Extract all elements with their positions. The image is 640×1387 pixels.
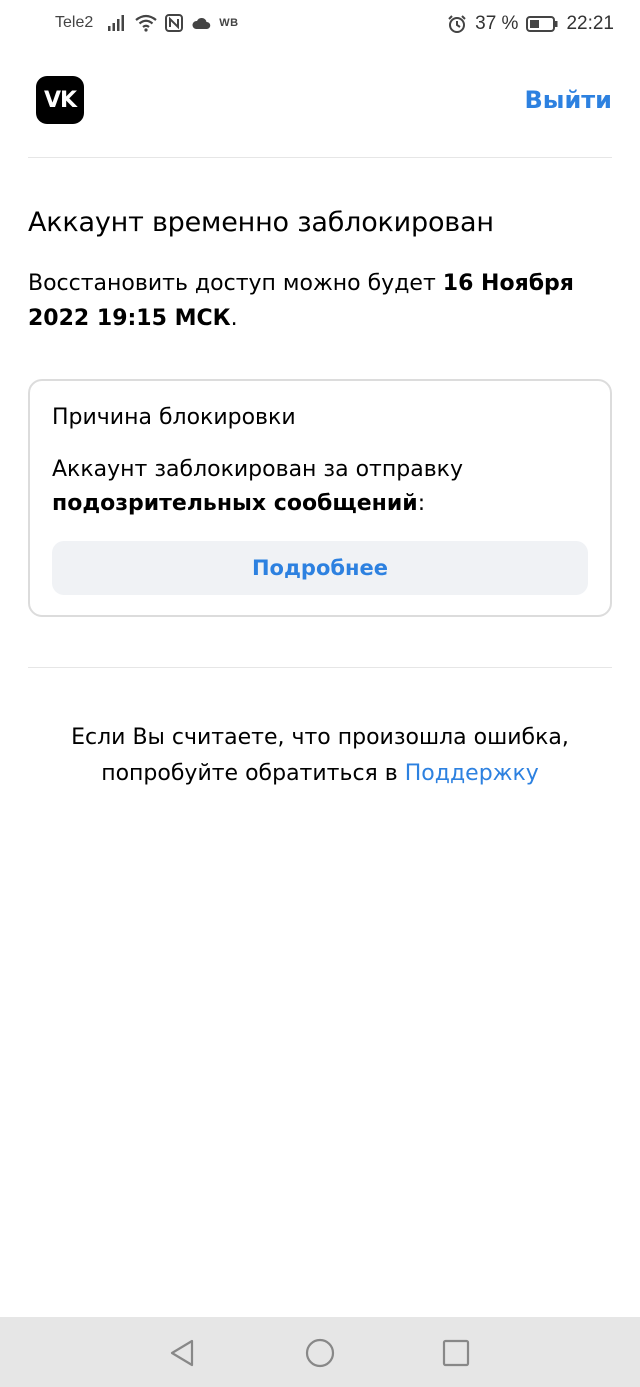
block-reason-prefix: Аккаунт заблокирован за отправку (52, 457, 463, 482)
system-nav-bar (0, 1317, 640, 1387)
block-reason-title: Причина блокировки (52, 405, 296, 430)
back-icon[interactable] (166, 1337, 198, 1369)
status-bar: Tele2 WB 37 % 22:21 (0, 0, 640, 52)
vk-logo-icon: VK (36, 76, 84, 124)
unlock-date-prefix: Восстановить доступ можно будет (28, 271, 443, 296)
recents-icon[interactable] (440, 1337, 472, 1369)
signal-icon (107, 14, 127, 32)
support-link[interactable]: Поддержку (405, 761, 539, 786)
more-details-button[interactable]: Подробнее (52, 541, 588, 595)
page-title: Аккаунт временно заблокирован (28, 207, 494, 238)
support-text: Если Вы считаете, что произошла ошибка, … (0, 720, 640, 792)
header-divider (28, 157, 612, 158)
block-reason-suffix: : (417, 491, 426, 516)
wifi-icon (135, 14, 157, 32)
carrier-label: Tele2 (55, 14, 94, 31)
home-icon[interactable] (304, 1337, 336, 1369)
block-reason-card: Причина блокировки Аккаунт заблокирован … (28, 379, 612, 617)
more-details-label: Подробнее (251, 556, 389, 580)
logout-button[interactable]: Выйти (524, 86, 612, 114)
content-divider (28, 667, 612, 668)
wb-app-icon: WB (219, 17, 239, 29)
alarm-icon (447, 14, 467, 34)
vk-logo-text: VK (43, 87, 77, 113)
unlock-date-text: Восстановить доступ можно будет 16 Ноябр… (28, 266, 618, 336)
block-reason-bold: подозрительных сообщений (52, 491, 418, 516)
nfc-icon (165, 14, 184, 32)
unlock-date-suffix: . (230, 306, 238, 331)
cloud-icon (191, 16, 211, 30)
battery-icon (526, 16, 558, 32)
clock: 22:21 (566, 13, 614, 34)
header: VK Выйти (28, 76, 612, 126)
status-bar-left: Tele2 WB (55, 14, 239, 32)
status-bar-right: 37 % 22:21 (447, 13, 614, 35)
block-reason-text: Аккаунт заблокирован за отправку подозри… (52, 453, 592, 521)
battery-percent: 37 % (475, 13, 519, 34)
